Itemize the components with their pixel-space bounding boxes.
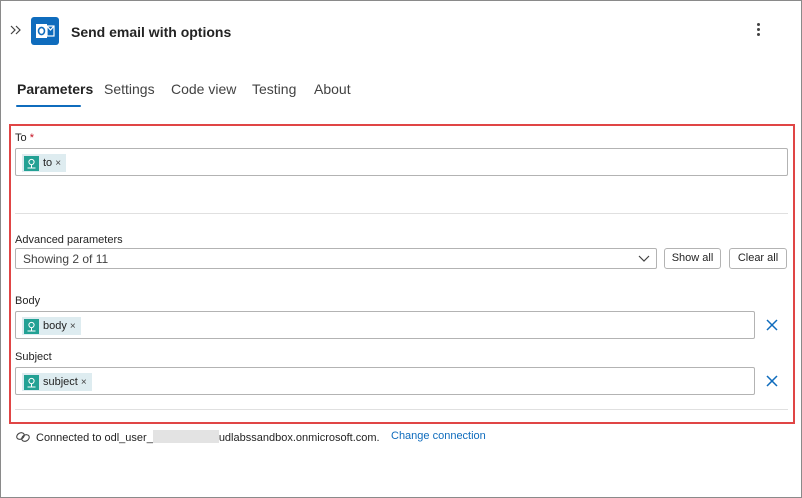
tab-settings[interactable]: Settings (104, 81, 155, 97)
chevron-down-icon (638, 255, 650, 262)
subject-field[interactable]: subject × (15, 367, 755, 395)
active-tab-indicator (16, 105, 81, 107)
advanced-parameters-dropdown[interactable]: Showing 2 of 11 (15, 248, 657, 269)
required-mark: * (29, 132, 34, 144)
to-token-label: to (43, 157, 53, 169)
remove-subject-icon[interactable] (764, 373, 780, 389)
advanced-parameters-value: Showing 2 of 11 (23, 252, 109, 266)
body-field[interactable]: body × (15, 311, 755, 339)
tab-code-view[interactable]: Code view (171, 81, 236, 97)
advanced-parameters-label: Advanced parameters (15, 234, 123, 246)
connection-prefix: Connected to odl_user_ (36, 432, 153, 444)
body-token-label: body (43, 320, 67, 332)
clear-all-button[interactable]: Clear all (729, 248, 787, 269)
chevron-double-right-icon[interactable] (9, 23, 23, 39)
show-all-button[interactable]: Show all (664, 248, 721, 269)
connection-status: Connected to odl_user_ udlabssandbox.onmi… (36, 430, 380, 444)
dynamic-content-icon (24, 374, 39, 390)
redacted-text (152, 430, 219, 443)
to-field[interactable]: to × (15, 148, 788, 176)
body-token: body × (22, 317, 81, 335)
tab-parameters[interactable]: Parameters (17, 81, 93, 97)
connection-suffix: udlabssandbox.onmicrosoft.com. (218, 432, 380, 444)
divider (15, 409, 788, 410)
tab-about[interactable]: About (314, 81, 351, 97)
more-vertical-icon[interactable] (753, 21, 763, 41)
to-label: To * (15, 132, 34, 144)
dynamic-content-icon (24, 155, 39, 171)
token-remove-icon[interactable]: × (55, 158, 61, 169)
body-label: Body (15, 295, 41, 307)
to-label-text: To (15, 132, 27, 144)
subject-token: subject × (22, 373, 92, 391)
action-panel: Send email with options Parameters Setti… (0, 0, 802, 498)
token-remove-icon[interactable]: × (81, 377, 87, 388)
remove-body-icon[interactable] (764, 317, 780, 333)
tab-testing[interactable]: Testing (252, 81, 296, 97)
outlook-icon (31, 17, 59, 45)
token-remove-icon[interactable]: × (70, 321, 76, 332)
subject-token-label: subject (43, 376, 78, 388)
subject-label: Subject (15, 351, 52, 363)
change-connection-link[interactable]: Change connection (391, 430, 486, 442)
divider (15, 213, 788, 214)
connection-link-icon (15, 430, 31, 444)
to-token: to × (22, 154, 67, 172)
action-title: Send email with options (71, 24, 232, 40)
dynamic-content-icon (24, 318, 39, 334)
